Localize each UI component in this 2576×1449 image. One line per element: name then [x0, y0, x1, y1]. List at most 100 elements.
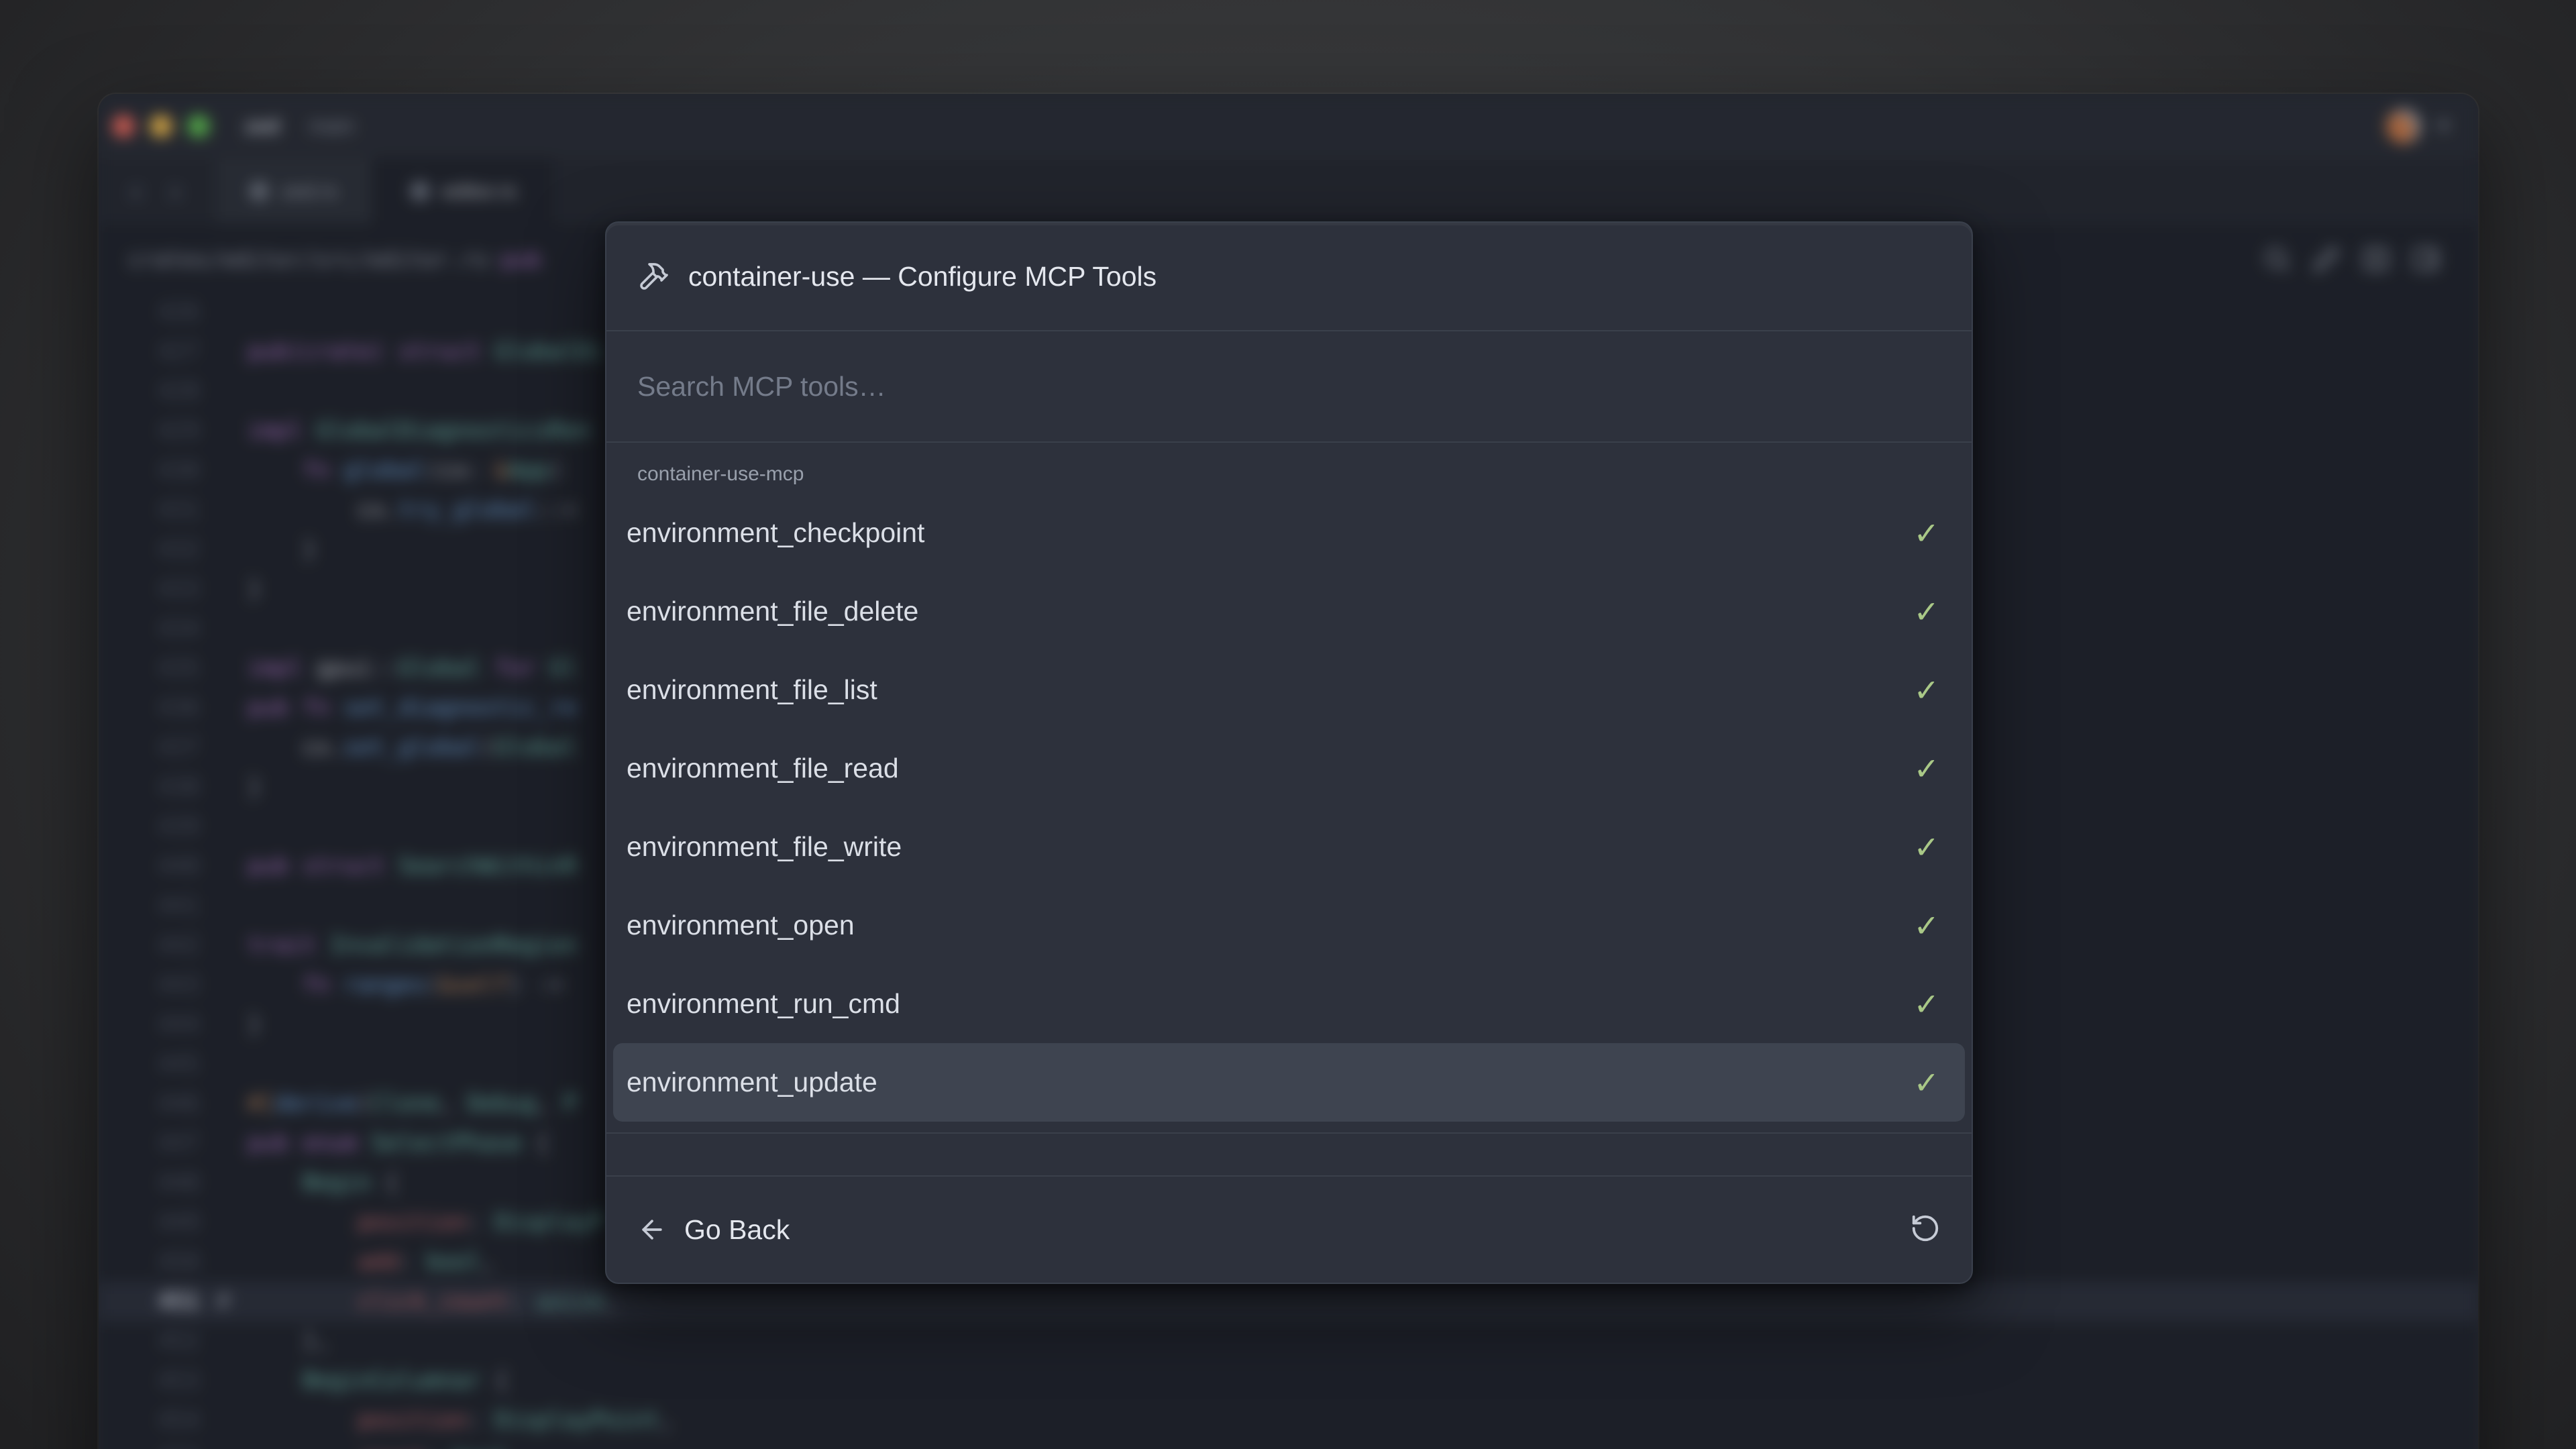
- go-back-button[interactable]: Go Back: [637, 1214, 790, 1246]
- code-line[interactable]: 452 },: [99, 1322, 2478, 1361]
- arrow-left-icon: [637, 1215, 667, 1244]
- gutter-marker: [199, 609, 248, 649]
- gutter-marker: [199, 1005, 248, 1044]
- code-text: position: DisplayPoint,: [248, 1401, 2478, 1440]
- tool-row-environment_file_delete[interactable]: environment_file_delete✓: [613, 572, 1965, 651]
- chevron-down-icon[interactable]: ▾: [2438, 114, 2449, 138]
- line-number: 455: [99, 1440, 199, 1449]
- code-text: click_count: usize,: [248, 1282, 2478, 1322]
- gutter-marker: [199, 1242, 248, 1282]
- tool-row-environment_checkpoint[interactable]: environment_checkpoint✓: [613, 494, 1965, 572]
- checkmark-icon: ✓: [1913, 751, 1939, 787]
- breadcrumb-symbol: pub: [501, 246, 541, 272]
- panel-icon[interactable]: [2411, 244, 2440, 274]
- tab-editor.rs[interactable]: editor.rs: [374, 158, 552, 224]
- search-input[interactable]: [637, 371, 1941, 402]
- code-line[interactable]: 453 BeginColumnar {: [99, 1361, 2478, 1401]
- gutter-marker: [199, 332, 248, 372]
- nav-back-icon[interactable]: ‹: [131, 174, 141, 208]
- checkmark-icon: ✓: [1913, 672, 1939, 708]
- gutter-marker: [199, 728, 248, 767]
- gutter-marker: [199, 1401, 248, 1440]
- titlebar[interactable]: zed main ▾: [99, 94, 2478, 158]
- user-avatar[interactable]: [2386, 109, 2421, 144]
- line-number: 450: [99, 1242, 199, 1282]
- line-number: 436: [99, 688, 199, 728]
- code-line[interactable]: 454 position: DisplayPoint,: [99, 1401, 2478, 1440]
- gutter-marker: [199, 926, 248, 965]
- line-number: 447: [99, 1124, 199, 1163]
- tool-name: environment_open: [627, 910, 855, 941]
- gutter-marker: [199, 847, 248, 886]
- gutter-marker: [199, 451, 248, 490]
- gutter-marker: [199, 1163, 248, 1203]
- gutter-marker: [199, 1124, 248, 1163]
- tool-row-environment_file_list[interactable]: environment_file_list ✓: [613, 651, 1965, 729]
- gutter-marker: [199, 649, 248, 688]
- line-number: 430: [99, 451, 199, 490]
- configure-mcp-tools-modal: container-use — Configure MCP Tools cont…: [605, 221, 1973, 1284]
- line-number: 437: [99, 728, 199, 767]
- line-number: 432: [99, 530, 199, 570]
- gutter-marker: [199, 372, 248, 411]
- tool-row-environment_run_cmd[interactable]: environment_run_cmd✓: [613, 965, 1965, 1043]
- line-number: 453: [99, 1361, 199, 1401]
- tool-row-environment_open[interactable]: environment_open ✓: [613, 886, 1965, 965]
- line-number: 452: [99, 1322, 199, 1361]
- split-pane-icon[interactable]: [2361, 244, 2391, 274]
- gutter-marker: [199, 490, 248, 530]
- file-type-icon: [410, 181, 430, 201]
- gutter-marker: [199, 570, 248, 609]
- go-back-label: Go Back: [684, 1214, 790, 1246]
- desktop-background: zed main ▾ ‹ › zed.rseditor.rs crates/ed…: [0, 0, 2576, 1449]
- reset-tools-button[interactable]: [1910, 1213, 1941, 1247]
- minimize-window-button[interactable]: [150, 115, 172, 138]
- tab-zed.rs[interactable]: zed.rs: [213, 158, 374, 224]
- line-number: 445: [99, 1044, 199, 1084]
- code-text: },: [248, 1322, 2478, 1361]
- line-number: 427: [99, 332, 199, 372]
- line-number: 435: [99, 649, 199, 688]
- line-number: 444: [99, 1005, 199, 1044]
- code-line[interactable]: 455 reset: bool,: [99, 1440, 2478, 1449]
- checkmark-icon: ✓: [1913, 908, 1939, 944]
- project-name-label[interactable]: zed: [245, 114, 280, 138]
- line-number: 446: [99, 1084, 199, 1124]
- zoom-window-button[interactable]: [187, 115, 210, 138]
- tool-name: environment_file_write: [627, 831, 902, 863]
- tool-name: environment_checkpoint: [627, 517, 924, 549]
- checkmark-icon: ✓: [1913, 829, 1939, 865]
- code-line[interactable]: 451# click_count: usize,: [99, 1282, 2478, 1322]
- line-number: 441: [99, 886, 199, 926]
- line-number: 428: [99, 372, 199, 411]
- gutter-marker: [199, 1084, 248, 1124]
- close-window-button[interactable]: [112, 115, 135, 138]
- modal-footer: Go Back: [606, 1177, 1972, 1283]
- search-icon[interactable]: [2262, 244, 2292, 274]
- modal-title: container-use — Configure MCP Tools: [688, 261, 1157, 292]
- tool-name: environment_file_list: [627, 674, 877, 706]
- line-number: 449: [99, 1203, 199, 1242]
- tool-name: environment_update: [627, 1067, 877, 1098]
- nav-forward-icon[interactable]: ›: [170, 174, 180, 208]
- line-number: 451: [99, 1282, 199, 1322]
- line-number: 429: [99, 411, 199, 451]
- tab-bar: ‹ › zed.rs editor.rs: [99, 158, 2478, 225]
- line-number: 426: [99, 292, 199, 332]
- line-number: 438: [99, 767, 199, 807]
- hammer-icon: [637, 260, 669, 292]
- pencil-icon[interactable]: [2312, 244, 2341, 274]
- tool-row-environment_update[interactable]: environment_update✓: [613, 1043, 1965, 1122]
- search-row: [606, 331, 1972, 441]
- tool-name: environment_file_delete: [627, 596, 918, 627]
- list-bottom-spacer: [606, 1134, 1972, 1175]
- gutter-marker: [199, 1440, 248, 1449]
- tool-row-environment_file_read[interactable]: environment_file_read✓: [613, 729, 1965, 808]
- tool-row-environment_file_write[interactable]: environment_file_write ✓: [613, 808, 1965, 886]
- gutter-marker: #: [199, 1282, 248, 1322]
- git-branch-label[interactable]: main: [309, 114, 354, 138]
- rotate-ccw-icon: [1910, 1213, 1941, 1244]
- gutter-marker: [199, 1361, 248, 1401]
- gutter-marker: [199, 1044, 248, 1084]
- tab-label: editor.rs: [442, 179, 516, 203]
